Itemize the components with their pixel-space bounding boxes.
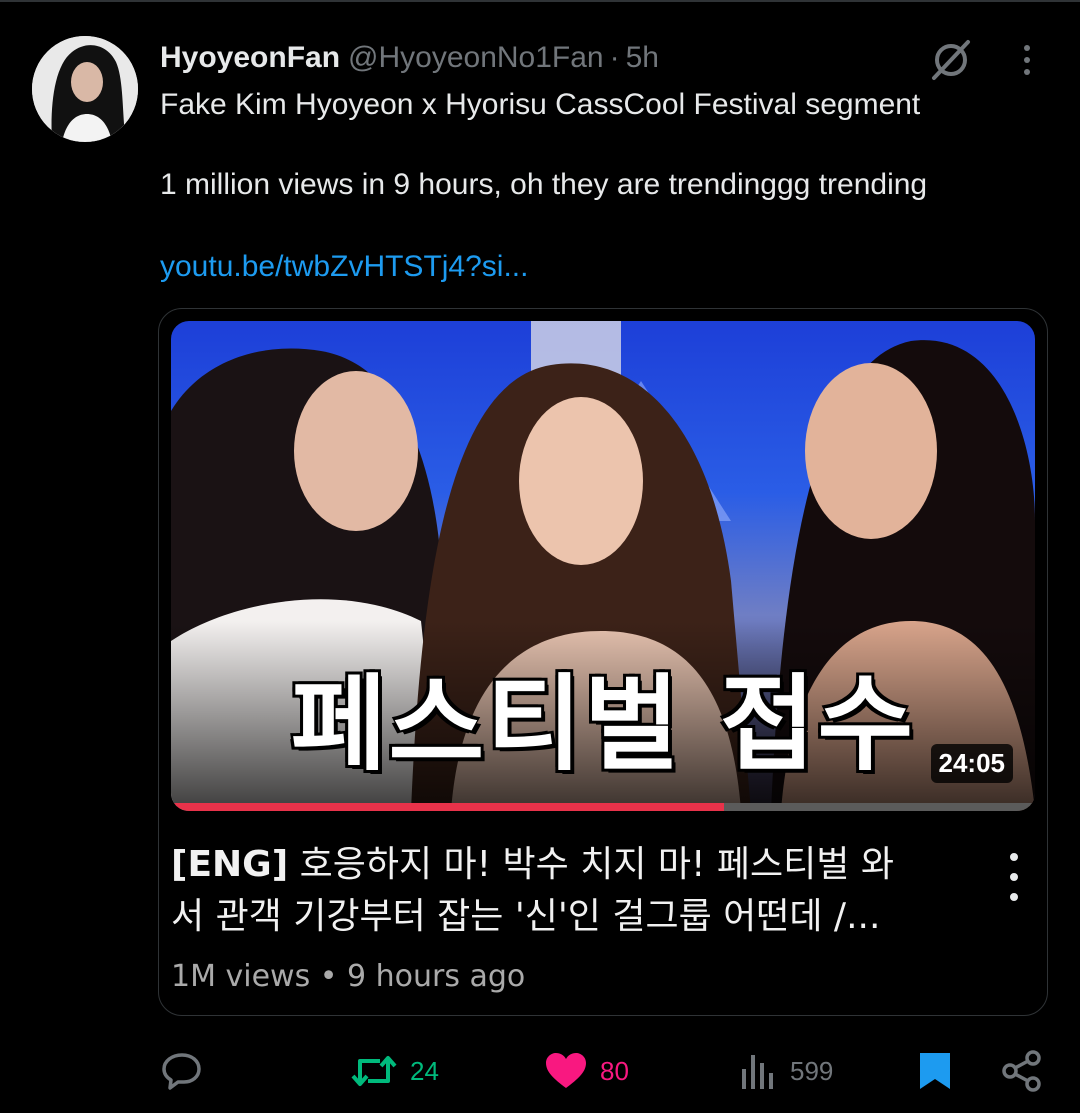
tweet-actions: 24 80 599 (160, 1046, 1046, 1096)
divider (0, 0, 1080, 2)
retweet-count: 24 (410, 1055, 439, 1086)
user-handle[interactable]: @HyoyeonNo1Fan (348, 41, 604, 75)
separator-dot: · (609, 41, 620, 74)
display-name[interactable]: HyoyeonFan (160, 41, 340, 75)
view-count: 599 (790, 1055, 834, 1086)
views-chart-icon (742, 1055, 773, 1089)
retweet-button[interactable]: 24 (350, 1046, 439, 1096)
reply-icon (162, 1053, 201, 1090)
bookmark-icon (920, 1053, 950, 1089)
views-button[interactable]: 599 (738, 1046, 833, 1096)
video-title[interactable]: [ENG] 호응하지 마! 박수 치지 마! 페스티벌 와 서 관객 기강부터 … (171, 839, 971, 943)
video-title-line1: 호응하지 마! 박수 치지 마! 페스티벌 와 (288, 844, 894, 885)
retweet-icon (351, 1056, 397, 1086)
video-title-line2: 서 관객 기강부터 잡는 '신'인 걸그룹 어떤데 /... (171, 896, 881, 937)
video-title-tag: [ENG] (171, 844, 289, 885)
video-duration: 24:05 (930, 744, 1013, 783)
share-icon (1002, 1050, 1041, 1092)
like-button[interactable]: 80 (544, 1046, 629, 1096)
like-count: 80 (600, 1055, 629, 1086)
watch-progress-fill (171, 803, 724, 811)
tweet-header: HyoyeonFan @HyoyeonNo1Fan · 5h (160, 38, 659, 78)
video-more-icon[interactable] (999, 853, 1029, 901)
watch-progress-bar (171, 803, 1035, 811)
reply-button[interactable] (160, 1046, 204, 1096)
tweet-link[interactable]: youtu.be/twbZvHTSTj4?si... (160, 250, 528, 284)
timestamp[interactable]: 5h (626, 41, 659, 75)
avatar[interactable] (32, 36, 138, 142)
share-button[interactable] (1000, 1046, 1044, 1096)
video-thumbnail[interactable]: 페스티벌 접수 24:05 (171, 321, 1035, 811)
thumbnail-caption: 페스티벌 접수 (290, 663, 916, 785)
video-meta: 1M views • 9 hours ago (171, 959, 526, 994)
grok-icon[interactable] (928, 38, 974, 82)
more-options-icon[interactable] (1012, 40, 1042, 80)
tweet-text-line1: Fake Kim Hyoyeon x Hyorisu CassCool Fest… (160, 88, 921, 121)
youtube-card[interactable]: 페스티벌 접수 24:05 [ENG] 호응하지 마! 박수 치지 마! 페스티… (158, 308, 1048, 1016)
heart-icon (546, 1053, 586, 1088)
tweet-text-line2: 1 million views in 9 hours, oh they are … (160, 168, 928, 201)
bookmark-button[interactable] (916, 1046, 954, 1096)
